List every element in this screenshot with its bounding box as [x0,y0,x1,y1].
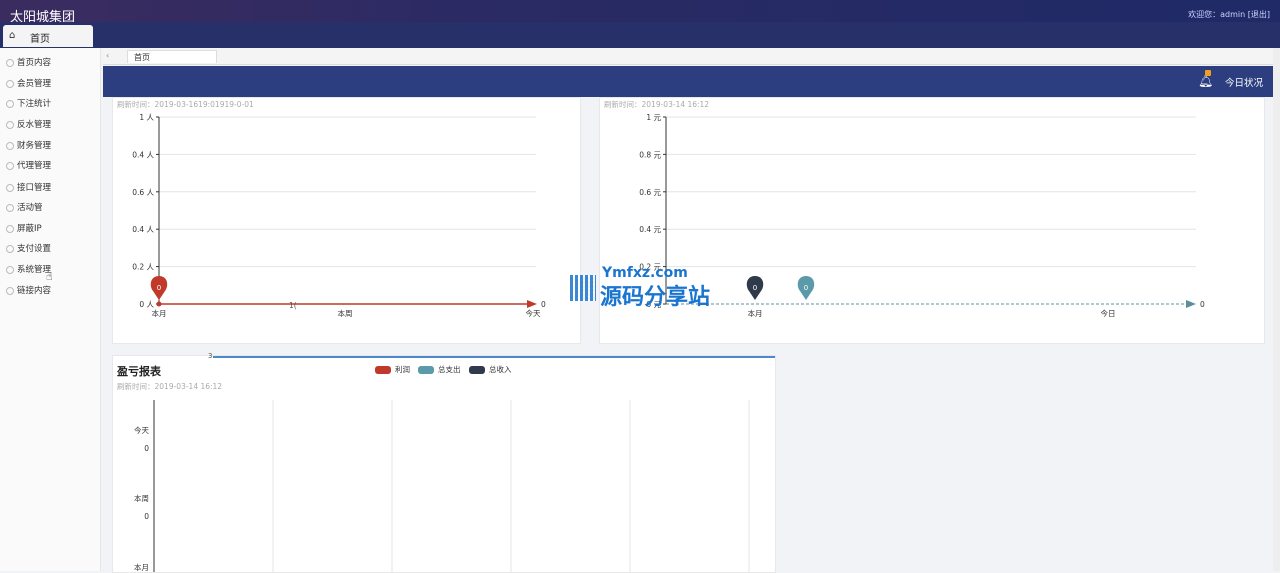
end-label: 0 [1200,300,1205,309]
bullet-icon [6,265,14,274]
axis-arrow-icon [1186,300,1196,308]
x-tick-label: 本周 [338,308,353,318]
value-label: 0 [144,444,149,453]
x-tick-label: 今天 [526,308,541,318]
y-tick-label: 0.2 人 [132,263,154,272]
member-line-chart: 0 人 0.2 人 0.4 人 0.6 人 0.4 人 1 人 本月 本周 今天 0 0 1( [132,113,546,318]
sidebar: 首页内容 会员管理 下注统计 反水管理 财务管理 代理管理 接口管理 活动管 屏… [0,48,101,571]
y-tick-label: 0.8 元 [639,150,661,159]
sidebar-item-home-content[interactable]: 首页内容 [6,56,51,70]
tab-strip: ‹ 首页 [103,48,1280,65]
x-tick-label: 本月 [152,308,167,318]
home-icon: ⌂ [9,30,16,41]
y-tick-label: 1 人 [139,113,154,122]
y-tick-label: 0.6 人 [132,188,154,197]
home-tab[interactable]: ⌂ 首页 [3,25,93,47]
home-tab-label: 首页 [30,34,50,45]
hand-cursor-icon: ☝ [46,270,53,283]
bullet-icon [6,286,14,295]
y-tick-label: 0 人 [139,300,154,309]
bullet-icon [6,141,14,150]
end-label: 0 [541,300,546,309]
mid-label: 1( [289,301,297,310]
notification-badge [1205,70,1211,76]
logo-grid-icon [570,275,596,301]
bullet-icon [6,58,14,67]
marker-label: 0 [804,284,808,292]
sidebar-item-block-ip[interactable]: 屏蔽IP [6,222,42,236]
y-tick-label: 0.4 人 [132,150,154,159]
bullet-icon [6,183,14,192]
dashboard-banner: 🔔︎ 今日状况 [103,66,1273,97]
watermark-name: 源码分享站 [600,285,711,310]
member-chart-card: 刷新时间：2019-03-1619:01919-0-01 0 人 0.2 人 0.4… [112,97,581,344]
sidebar-item-finance[interactable]: 财务管理 [6,139,51,153]
welcome-logout-link[interactable]: 欢迎您：admin [退出] [1188,9,1270,20]
axis-arrow-icon [527,300,537,308]
sidebar-item-activities[interactable]: 活动管 [6,201,43,215]
sidebar-item-agents[interactable]: 代理管理 [6,159,51,173]
sidebar-item-links[interactable]: 链接内容 [6,284,51,298]
vertical-scrollbar[interactable] [1273,48,1280,571]
sidebar-item-bets[interactable]: 下注统计 [6,97,51,111]
marker-label: 0 [157,284,161,292]
bullet-icon [6,120,14,129]
x-tick-label: 今日 [1101,308,1116,318]
bullet-icon [6,99,14,108]
sidebar-item-api[interactable]: 接口管理 [6,181,51,195]
y-tick-label: 1 元 [646,113,661,122]
marker-label: 0 [753,284,757,292]
bullet-icon [6,224,14,233]
sidebar-item-payment[interactable]: 支付设置 [6,242,51,256]
bullet-icon [6,79,14,88]
bullet-icon [6,161,14,170]
tab-home[interactable]: 首页 [127,50,217,63]
sidebar-item-system[interactable]: 系统管理 [6,263,51,277]
nav-bar [0,22,1280,48]
profit-loss-card: 3 盈亏报表 刷新时间：2019-03-14 16:12 利润 总支出 总收入 … [112,352,776,573]
data-point [156,301,162,307]
y-tick-label: 0.4 元 [639,225,661,234]
x-tick-label: 本月 [748,308,763,318]
sidebar-item-members[interactable]: 会员管理 [6,77,51,91]
category-label: 今天 [134,425,149,435]
y-tick-label: 0.6 元 [639,188,661,197]
value-label: 0 [144,512,149,521]
category-label: 本周 [134,493,149,503]
bullet-icon [6,203,14,212]
bell-icon[interactable]: 🔔︎ [1198,74,1213,88]
today-status-label[interactable]: 今日状况 [1225,75,1263,89]
y-tick-label: 0.4 人 [132,225,154,234]
bullet-icon [6,244,14,253]
profit-bar-chart: 今天0本周0本月 [134,400,750,572]
tab-prev-icon[interactable]: ‹ [106,51,109,60]
sidebar-item-rebate[interactable]: 反水管理 [6,118,51,132]
